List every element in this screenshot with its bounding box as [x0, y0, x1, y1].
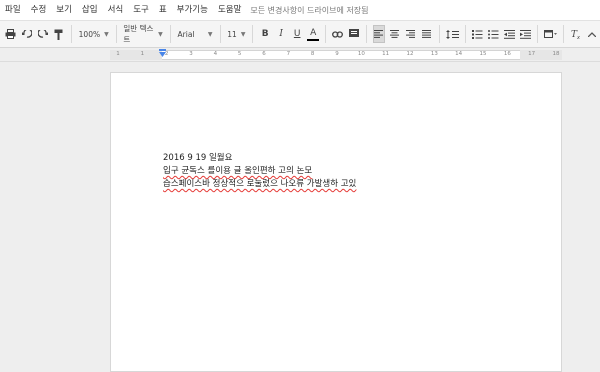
menu-bar: 파일 수정 보기 삽입 서식 도구 표 부가기능 도움말 모든 변경사항이 드라… [0, 0, 600, 20]
increase-indent-icon[interactable] [519, 25, 531, 43]
bold-button[interactable]: B [259, 25, 271, 43]
ruler-number: 6 [262, 51, 266, 57]
zoom-value: 100% [78, 29, 101, 39]
menu-table[interactable]: 표 [154, 0, 172, 20]
document-line[interactable]: 2016 9 19 일월요 [163, 152, 523, 165]
menu-format[interactable]: 서식 [103, 0, 129, 20]
ruler-number: 10 [357, 51, 365, 57]
underline-button[interactable]: U [291, 25, 303, 43]
redo-icon[interactable] [37, 25, 49, 43]
chevron-down-icon: ▼ [240, 30, 246, 38]
font-select[interactable]: Arial ▼ [175, 25, 216, 43]
text-color-button[interactable]: A [307, 27, 320, 41]
ruler-number: 1 [116, 51, 120, 57]
ruler-number: 17 [528, 51, 536, 57]
toolbar-divider [325, 25, 326, 43]
menu-help[interactable]: 도움말 [213, 0, 246, 20]
toolbar: 100% ▼ 일반 텍스트 ▼ Arial ▼ 11 ▼ B I U A T x [0, 20, 600, 48]
font-size-select[interactable]: 11 ▼ [224, 25, 248, 43]
paint-format-icon[interactable] [53, 25, 65, 43]
toolbar-divider [365, 25, 367, 43]
line-spacing-icon[interactable] [445, 25, 459, 43]
menu-view[interactable]: 보기 [51, 0, 77, 20]
comment-icon[interactable] [348, 25, 360, 43]
ruler-number: 9 [335, 51, 339, 57]
document-line[interactable]: 입구 균독스 를이용 글 올인편하 고의 논모 [163, 165, 523, 178]
font-size-value: 11 [227, 29, 237, 39]
menu-file[interactable]: 파일 [0, 0, 26, 20]
ruler-number: 8 [310, 51, 315, 57]
toolbar-divider [563, 25, 565, 43]
toolbar-divider [219, 25, 221, 43]
document-workspace: 2016 9 19 일월요 입구 균독스 를이용 글 올인편하 고의 논모 습스… [0, 62, 600, 372]
zoom-select[interactable]: 100% ▼ [76, 25, 112, 43]
insert-table-icon[interactable] [544, 25, 558, 43]
ruler-number: 16 [503, 51, 511, 57]
style-value: 일반 텍스트 [123, 24, 154, 44]
toolbar-divider [438, 25, 440, 43]
chevron-down-icon: ▼ [207, 30, 213, 38]
style-select[interactable]: 일반 텍스트 ▼ [120, 24, 165, 44]
ruler-number: 14 [455, 51, 463, 57]
menu-tools[interactable]: 도구 [128, 0, 154, 20]
ruler-number: 3 [189, 51, 193, 57]
align-left-icon[interactable] [372, 25, 385, 43]
ruler-number: 13 [430, 51, 438, 57]
document-page[interactable]: 2016 9 19 일월요 입구 균독스 를이용 글 올인편하 고의 논모 습스… [110, 72, 562, 372]
ruler-number: 1 [140, 51, 145, 57]
toolbar-divider [115, 25, 117, 43]
collapse-menus-icon[interactable] [586, 25, 598, 43]
menu-edit[interactable]: 수정 [26, 0, 52, 20]
decrease-indent-icon[interactable] [503, 25, 515, 43]
italic-button[interactable]: I [275, 25, 287, 43]
indent-marker-icon[interactable] [159, 49, 166, 57]
menu-insert[interactable]: 삽입 [77, 0, 103, 20]
toolbar-divider [252, 25, 254, 43]
align-right-icon[interactable] [405, 25, 417, 43]
chevron-down-icon: ▼ [104, 30, 109, 38]
document-line[interactable]: 습스페이스바 정상적으 로눌렀으 나오류 가발생하 고있 [163, 178, 523, 191]
ruler-number: 4 [213, 51, 218, 57]
svg-text:x: x [576, 35, 580, 39]
align-center-icon[interactable] [389, 25, 401, 43]
toolbar-divider [537, 25, 539, 43]
undo-icon[interactable] [21, 25, 33, 43]
ruler-number: 15 [479, 51, 487, 57]
clear-formatting-icon[interactable]: Tx [570, 25, 582, 43]
ruler-number: 18 [552, 51, 560, 57]
document-body[interactable]: 2016 9 19 일월요 입구 균독스 를이용 글 올인편하 고의 논모 습스… [163, 152, 523, 191]
ruler-number: 7 [286, 51, 291, 57]
print-icon[interactable] [5, 25, 17, 43]
ruler-number: 11 [382, 51, 390, 57]
toolbar-divider [169, 25, 171, 43]
font-value: Arial [177, 29, 195, 39]
ruler-number: 5 [237, 51, 242, 57]
align-justify-icon[interactable] [421, 25, 433, 43]
link-icon[interactable] [332, 25, 344, 43]
menu-addons[interactable]: 부가기능 [172, 0, 213, 20]
bulleted-list-icon[interactable] [487, 25, 499, 43]
chevron-down-icon: ▼ [158, 30, 163, 38]
numbered-list-icon[interactable] [471, 25, 483, 43]
ruler: 1 1 2 3 4 5 6 7 8 9 10 11 12 13 14 15 16 17 18 [0, 48, 600, 62]
toolbar-divider [464, 25, 466, 43]
ruler-number: 12 [406, 51, 414, 57]
toolbar-divider [70, 25, 72, 43]
save-status[interactable]: 모든 변경사항이 드라이브에 저장됨 [246, 5, 368, 16]
